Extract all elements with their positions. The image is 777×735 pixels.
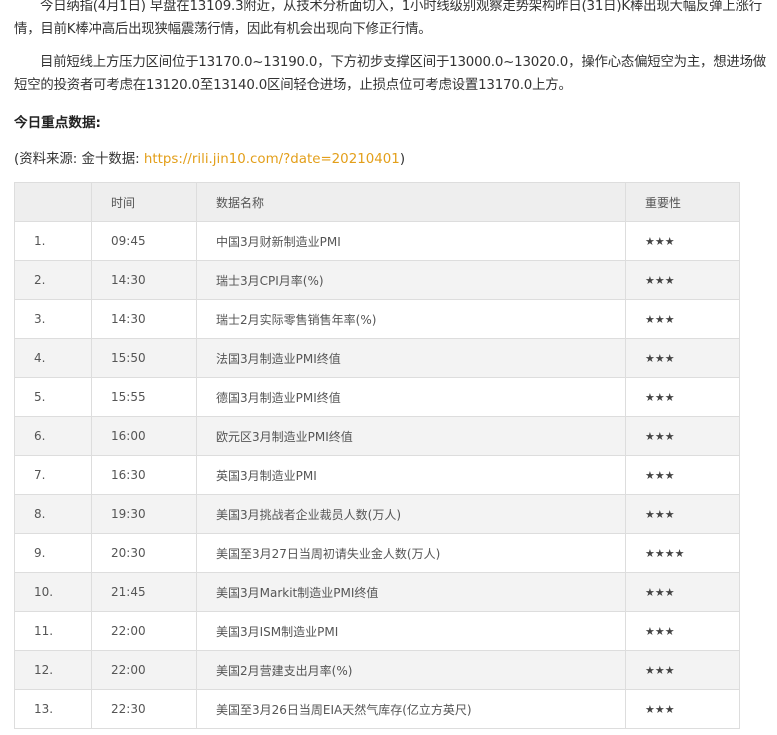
- row-importance: ★★★: [625, 689, 740, 729]
- row-data-name: 美国3月ISM制造业PMI: [196, 611, 626, 651]
- source-suffix: ): [399, 152, 406, 167]
- row-index: 7.: [14, 455, 92, 495]
- row-importance: ★★★: [625, 338, 740, 378]
- row-index: 10.: [14, 572, 92, 612]
- table-row: 10. 21:45 美国3月Markit制造业PMI终值 ★★★: [14, 572, 740, 612]
- analysis-paragraph-1: 今日纳指(4月1日) 早盘在13109.3附近，从技术分析面切入，1小时线级别观…: [14, 0, 762, 37]
- row-time: 20:30: [91, 533, 197, 573]
- row-data-name: 欧元区3月制造业PMI终值: [196, 416, 626, 456]
- row-importance: ★★★: [625, 650, 740, 690]
- row-time: 22:30: [91, 689, 197, 729]
- table-row: 4. 15:50 法国3月制造业PMI终值 ★★★: [14, 338, 740, 378]
- row-data-name: 美国至3月27日当周初请失业金人数(万人): [196, 533, 626, 573]
- row-importance: ★★★: [625, 611, 740, 651]
- row-importance: ★★★: [625, 572, 740, 612]
- row-index: 5.: [14, 377, 92, 417]
- row-time: 14:30: [91, 299, 197, 339]
- row-data-name: 瑞士2月实际零售销售年率(%): [196, 299, 626, 339]
- row-data-name: 美国2月营建支出月率(%): [196, 650, 626, 690]
- row-time: 21:45: [91, 572, 197, 612]
- row-index: 6.: [14, 416, 92, 456]
- row-importance: ★★★★: [625, 533, 740, 573]
- table-row: 8. 19:30 美国3月挑战者企业裁员人数(万人) ★★★: [14, 494, 740, 534]
- row-index: 8.: [14, 494, 92, 534]
- row-time: 16:00: [91, 416, 197, 456]
- row-index: 4.: [14, 338, 92, 378]
- row-time: 19:30: [91, 494, 197, 534]
- row-time: 15:55: [91, 377, 197, 417]
- table-header-row: 时间 数据名称 重要性: [14, 182, 740, 222]
- table-row: 3. 14:30 瑞士2月实际零售销售年率(%) ★★★: [14, 299, 740, 339]
- row-index: 1.: [14, 221, 92, 261]
- row-data-name: 英国3月制造业PMI: [196, 455, 626, 495]
- row-time: 22:00: [91, 611, 197, 651]
- row-data-name: 美国3月Markit制造业PMI终值: [196, 572, 626, 612]
- header-index: [14, 182, 92, 222]
- row-importance: ★★★: [625, 416, 740, 456]
- row-index: 11.: [14, 611, 92, 651]
- section-heading: 今日重点数据:: [14, 115, 101, 131]
- row-time: 16:30: [91, 455, 197, 495]
- source-line: (资料来源: 金十数据: https://rili.jin10.com/?dat…: [14, 147, 405, 167]
- row-importance: ★★★: [625, 377, 740, 417]
- key-data-table: 时间 数据名称 重要性 1. 09:45 中国3月财新制造业PMI ★★★ 2. 14:3…: [14, 182, 740, 729]
- row-importance: ★★★: [625, 221, 740, 261]
- table-row: 1. 09:45 中国3月财新制造业PMI ★★★: [14, 221, 740, 261]
- row-importance: ★★★: [625, 299, 740, 339]
- header-time: 时间: [91, 182, 197, 222]
- row-data-name: 美国3月挑战者企业裁员人数(万人): [196, 494, 626, 534]
- table-row: 2. 14:30 瑞士3月CPI月率(%) ★★★: [14, 260, 740, 300]
- row-data-name: 美国至3月26日当周EIA天然气库存(亿立方英尺): [196, 689, 626, 729]
- row-data-name: 瑞士3月CPI月率(%): [196, 260, 626, 300]
- row-data-name: 法国3月制造业PMI终值: [196, 338, 626, 378]
- row-time: 15:50: [91, 338, 197, 378]
- table-row: 5. 15:55 德国3月制造业PMI终值 ★★★: [14, 377, 740, 417]
- table-row: 6. 16:00 欧元区3月制造业PMI终值 ★★★: [14, 416, 740, 456]
- table-row: 13. 22:30 美国至3月26日当周EIA天然气库存(亿立方英尺) ★★★: [14, 689, 740, 729]
- table-row: 12. 22:00 美国2月营建支出月率(%) ★★★: [14, 650, 740, 690]
- row-data-name: 中国3月财新制造业PMI: [196, 221, 626, 261]
- row-index: 12.: [14, 650, 92, 690]
- source-prefix: (资料来源: 金十数据:: [14, 152, 144, 167]
- header-importance: 重要性: [625, 182, 740, 222]
- row-time: 22:00: [91, 650, 197, 690]
- table-row: 7. 16:30 英国3月制造业PMI ★★★: [14, 455, 740, 495]
- row-importance: ★★★: [625, 260, 740, 300]
- row-data-name: 德国3月制造业PMI终值: [196, 377, 626, 417]
- row-importance: ★★★: [625, 494, 740, 534]
- row-time: 09:45: [91, 221, 197, 261]
- analysis-paragraph-2: 目前短线上方压力区间位于13170.0~13190.0，下方初步支撑区间于130…: [14, 55, 766, 93]
- table-row: 11. 22:00 美国3月ISM制造业PMI ★★★: [14, 611, 740, 651]
- source-link[interactable]: https://rili.jin10.com/?date=20210401: [144, 152, 400, 167]
- row-index: 2.: [14, 260, 92, 300]
- row-index: 3.: [14, 299, 92, 339]
- row-index: 13.: [14, 689, 92, 729]
- row-time: 14:30: [91, 260, 197, 300]
- row-index: 9.: [14, 533, 92, 573]
- header-data-name: 数据名称: [196, 182, 626, 222]
- row-importance: ★★★: [625, 455, 740, 495]
- table-row: 9. 20:30 美国至3月27日当周初请失业金人数(万人) ★★★★: [14, 533, 740, 573]
